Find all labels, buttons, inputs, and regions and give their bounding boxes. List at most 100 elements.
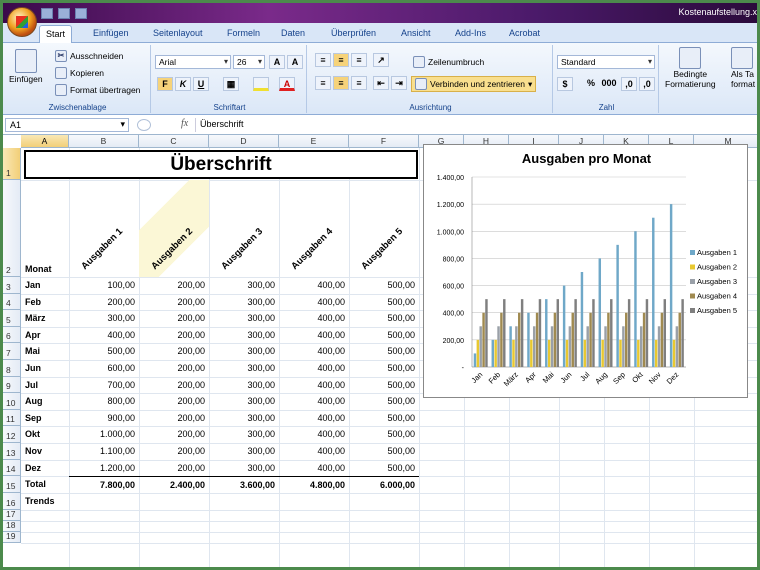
percent-button[interactable]: % — [583, 77, 599, 91]
align-center-icon[interactable]: ≡ — [333, 76, 349, 90]
value-cell[interactable]: 500,00 — [349, 443, 419, 459]
align-top-icon[interactable]: ≡ — [315, 53, 331, 67]
value-cell[interactable]: 200,00 — [139, 393, 209, 409]
row-header-14[interactable]: 14 — [3, 459, 21, 477]
value-cell[interactable]: 400,00 — [279, 393, 349, 409]
value-cell[interactable]: 500,00 — [349, 426, 419, 442]
value-cell[interactable]: 500,00 — [349, 277, 419, 293]
value-cell[interactable]: 400,00 — [279, 343, 349, 359]
value-cell[interactable]: 200,00 — [139, 410, 209, 426]
value-cell[interactable]: 500,00 — [349, 343, 419, 359]
value-cell[interactable]: 200,00 — [139, 277, 209, 293]
row-header-3[interactable]: 3 — [3, 277, 21, 294]
conditional-format-button[interactable]: Bedingte Formatierung — [665, 47, 716, 89]
month-cell[interactable]: Dez — [25, 460, 41, 476]
month-cell[interactable]: Jan — [25, 277, 41, 293]
value-cell[interactable]: 500,00 — [349, 294, 419, 310]
border-icon[interactable]: ▦ — [223, 77, 239, 91]
value-cell[interactable]: 200,00 — [139, 426, 209, 442]
value-cell[interactable]: 400,00 — [279, 410, 349, 426]
month-cell[interactable]: Nov — [25, 443, 42, 459]
redo-icon[interactable] — [75, 7, 87, 19]
row-header-15[interactable]: 15 — [3, 476, 21, 493]
row-header-7[interactable]: 7 — [3, 343, 21, 360]
cancel-icon[interactable] — [137, 119, 151, 131]
value-cell[interactable]: 400,00 — [69, 327, 139, 343]
total-cell[interactable]: 7.800,00 — [69, 476, 139, 492]
value-cell[interactable]: 300,00 — [209, 393, 279, 409]
series-header-4[interactable]: Ausgaben 4 — [289, 226, 335, 272]
value-cell[interactable]: 300,00 — [209, 426, 279, 442]
column-header-c[interactable]: C — [139, 135, 209, 148]
total-cell[interactable]: 6.000,00 — [349, 476, 419, 492]
value-cell[interactable]: 500,00 — [349, 410, 419, 426]
tab-seitenlayout[interactable]: Seitenlayout — [147, 25, 209, 43]
month-cell[interactable]: März — [25, 310, 46, 326]
value-cell[interactable]: 1.200,00 — [69, 460, 139, 476]
month-header[interactable]: Monat — [25, 261, 52, 277]
value-cell[interactable]: 400,00 — [279, 460, 349, 476]
formula-input[interactable]: Überschrift — [195, 118, 757, 132]
trends-label[interactable]: Trends — [25, 493, 55, 509]
tab-acrobat[interactable]: Acrobat — [503, 25, 546, 43]
merge-center-button[interactable]: Verbinden und zentrieren ▾ — [411, 76, 537, 92]
column-header-a[interactable]: A — [21, 135, 69, 148]
value-cell[interactable]: 400,00 — [279, 310, 349, 326]
value-cell[interactable]: 300,00 — [209, 410, 279, 426]
font-size-select[interactable]: 26 — [233, 55, 265, 69]
value-cell[interactable]: 800,00 — [69, 393, 139, 409]
tab-daten[interactable]: Daten — [275, 25, 311, 43]
tab-ansicht[interactable]: Ansicht — [395, 25, 437, 43]
value-cell[interactable]: 700,00 — [69, 377, 139, 393]
row-header-4[interactable]: 4 — [3, 293, 21, 311]
align-left-icon[interactable]: ≡ — [315, 76, 331, 90]
value-cell[interactable]: 200,00 — [139, 360, 209, 376]
value-cell[interactable]: 500,00 — [349, 360, 419, 376]
chart[interactable]: Ausgaben pro Monat -200,00 400,00 600,00 80… — [423, 144, 748, 398]
value-cell[interactable]: 500,00 — [349, 460, 419, 476]
value-cell[interactable]: 300,00 — [209, 294, 279, 310]
row-header-11[interactable]: 11 — [3, 409, 21, 427]
align-bottom-icon[interactable]: ≡ — [351, 53, 367, 67]
month-cell[interactable]: Aug — [25, 393, 43, 409]
value-cell[interactable]: 1.100,00 — [69, 443, 139, 459]
underline-button[interactable]: U — [193, 77, 209, 91]
outdent-icon[interactable]: ⇥ — [391, 76, 407, 90]
row-header-13[interactable]: 13 — [3, 443, 21, 460]
italic-button[interactable]: K — [175, 77, 191, 91]
value-cell[interactable]: 200,00 — [69, 294, 139, 310]
value-cell[interactable]: 500,00 — [349, 377, 419, 393]
shrink-font-button[interactable]: A — [287, 55, 303, 69]
format-as-table-button[interactable]: Als Ta format — [731, 47, 755, 89]
value-cell[interactable]: 400,00 — [279, 277, 349, 293]
month-cell[interactable]: Mai — [25, 343, 40, 359]
number-format-select[interactable]: Standard — [557, 55, 655, 69]
row-header-2[interactable]: 2 — [3, 180, 21, 277]
value-cell[interactable]: 400,00 — [279, 327, 349, 343]
value-cell[interactable]: 900,00 — [69, 410, 139, 426]
month-cell[interactable]: Jul — [25, 377, 38, 393]
undo-icon[interactable] — [58, 7, 70, 19]
total-cell[interactable]: 2.400,00 — [139, 476, 209, 492]
row-header-16[interactable]: 16 — [3, 492, 21, 510]
month-cell[interactable]: Feb — [25, 294, 41, 310]
row-header-9[interactable]: 9 — [3, 376, 21, 394]
wrap-text-button[interactable]: Zeilenumbruch — [413, 56, 484, 68]
value-cell[interactable]: 300,00 — [209, 343, 279, 359]
value-cell[interactable]: 300,00 — [209, 443, 279, 459]
month-cell[interactable]: Sep — [25, 410, 42, 426]
fx-icon[interactable]: fx — [181, 118, 188, 129]
row-header-12[interactable]: 12 — [3, 426, 21, 443]
month-cell[interactable]: Jun — [25, 360, 41, 376]
value-cell[interactable]: 200,00 — [139, 310, 209, 326]
value-cell[interactable]: 200,00 — [139, 327, 209, 343]
value-cell[interactable]: 300,00 — [209, 277, 279, 293]
orientation-icon[interactable]: ↗ — [373, 53, 389, 67]
value-cell[interactable]: 300,00 — [209, 377, 279, 393]
value-cell[interactable]: 200,00 — [139, 294, 209, 310]
value-cell[interactable]: 200,00 — [139, 377, 209, 393]
align-middle-icon[interactable]: ≡ — [333, 53, 349, 67]
value-cell[interactable]: 300,00 — [69, 310, 139, 326]
value-cell[interactable]: 500,00 — [349, 393, 419, 409]
total-label[interactable]: Total — [25, 476, 46, 492]
